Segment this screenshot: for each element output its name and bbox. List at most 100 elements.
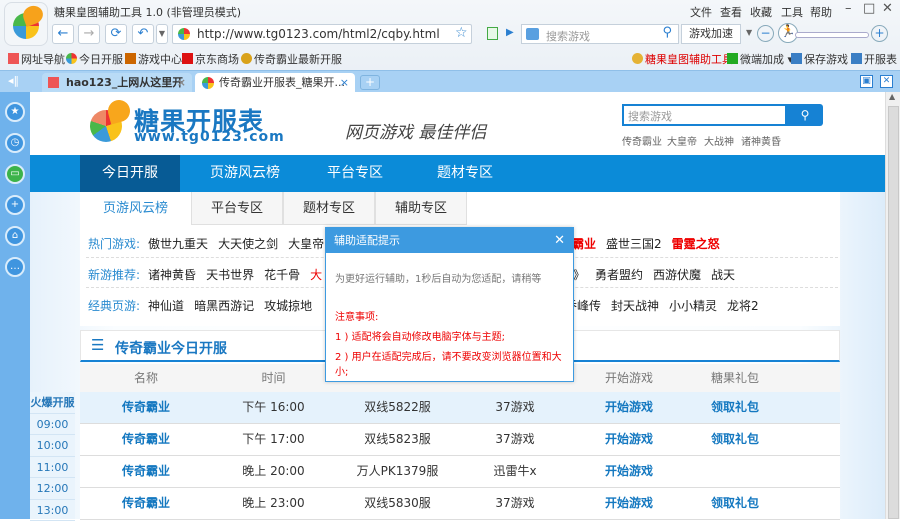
scrollbar-thumb[interactable] bbox=[888, 106, 899, 519]
close-window-button[interactable]: ✕ bbox=[882, 1, 893, 16]
game-name-link[interactable]: 传奇霸业 bbox=[80, 488, 212, 519]
gift-link[interactable] bbox=[688, 456, 782, 487]
tab-back-icon[interactable]: ◂‖ bbox=[8, 74, 19, 87]
helper-tool-link[interactable]: 糖果皇图辅助工具 bbox=[632, 51, 733, 67]
timeline-item[interactable]: 12:00 bbox=[30, 478, 75, 500]
undo-button[interactable]: ↶ bbox=[132, 24, 154, 44]
star-icon[interactable]: ★ bbox=[5, 102, 25, 122]
hot-search-link[interactable]: 诸神黄昏 bbox=[741, 133, 781, 148]
game-link[interactable]: 霸业 bbox=[572, 237, 596, 251]
toolbox-icon[interactable]: + bbox=[5, 195, 25, 215]
refresh-button[interactable]: ⟳ bbox=[105, 24, 127, 44]
go-icon[interactable]: ▶ bbox=[506, 27, 514, 38]
start-game-link[interactable]: 开始游戏 bbox=[570, 392, 688, 423]
menu-help[interactable]: 帮助 bbox=[810, 4, 832, 20]
timeline-item[interactable]: 11:00 bbox=[30, 457, 75, 479]
game-link[interactable]: 西游伏魔 bbox=[653, 268, 701, 282]
gift-link[interactable]: 领取礼包 bbox=[688, 424, 782, 455]
fullscreen-icon[interactable]: ▣ bbox=[860, 75, 873, 88]
game-link[interactable]: 勇者盟约 bbox=[595, 268, 643, 282]
tab-close-icon[interactable]: × bbox=[340, 73, 349, 93]
game-accel-button[interactable]: 游戏加速 bbox=[681, 24, 741, 44]
gamepad-icon[interactable]: ▭ bbox=[5, 164, 25, 184]
forward-button[interactable]: → bbox=[78, 24, 100, 44]
timeline-item[interactable]: 10:00 bbox=[30, 435, 75, 457]
timeline-hot[interactable]: 火爆开服 bbox=[30, 392, 75, 414]
game-name-link[interactable]: 传奇霸业 bbox=[80, 456, 212, 487]
tab-cqby[interactable]: 传奇霸业开服表_糖果开...× bbox=[195, 73, 355, 93]
timeline-item[interactable]: 09:00 bbox=[30, 414, 75, 436]
nav-ranking[interactable]: 页游风云榜 bbox=[190, 155, 300, 192]
game-link[interactable]: 雷霆之怒 bbox=[672, 237, 720, 251]
game-name-link[interactable]: 传奇霸业 bbox=[80, 392, 212, 423]
scrollbar[interactable]: ▲ bbox=[885, 92, 900, 519]
game-link[interactable]: 战天 bbox=[711, 268, 735, 282]
game-link[interactable]: 大皇帝 bbox=[288, 237, 324, 251]
game-link[interactable]: 神仙道 bbox=[148, 299, 184, 313]
new-tab-button[interactable]: + bbox=[360, 75, 380, 90]
maximize-button[interactable]: □ bbox=[863, 1, 875, 16]
clock-icon[interactable]: ◷ bbox=[5, 133, 25, 153]
bookmark-jd[interactable]: 京东商场 bbox=[182, 51, 239, 67]
game-link[interactable]: 花千骨 bbox=[264, 268, 300, 282]
game-link[interactable]: 暗黑西游记 bbox=[194, 299, 254, 313]
browser-search-input[interactable]: 搜索游戏⚲ bbox=[521, 24, 679, 44]
server-table-button[interactable]: 开服表 bbox=[851, 51, 897, 67]
search-icon[interactable]: ⚲ bbox=[662, 25, 672, 40]
tab-hao123[interactable]: hao123_上网从这里开始× bbox=[42, 73, 192, 93]
nav-platform[interactable]: 平台专区 bbox=[300, 155, 410, 192]
bookmark-cqby[interactable]: 传奇霸业最新开服 bbox=[241, 51, 342, 67]
game-link[interactable]: 傲世九重天 bbox=[148, 237, 208, 251]
site-search-button[interactable]: ⚲ bbox=[787, 104, 823, 126]
minimize-button[interactable]: – bbox=[845, 1, 852, 16]
game-link[interactable]: 大 bbox=[310, 268, 322, 282]
game-link[interactable]: 盛世三国2 bbox=[606, 237, 662, 251]
zoom-out-button[interactable]: − bbox=[757, 25, 774, 42]
menu-view[interactable]: 查看 bbox=[720, 4, 742, 20]
menu-file[interactable]: 文件 bbox=[690, 4, 712, 20]
gift-link[interactable]: 领取礼包 bbox=[688, 488, 782, 519]
game-link[interactable]: 大天使之剑 bbox=[218, 237, 278, 251]
subtab-theme[interactable]: 题材专区 bbox=[283, 192, 375, 225]
accel-dropdown-icon[interactable]: ▼ bbox=[746, 28, 752, 37]
scroll-up-icon[interactable]: ▲ bbox=[889, 92, 895, 101]
back-button[interactable]: ← bbox=[52, 24, 74, 44]
start-game-link[interactable]: 开始游戏 bbox=[570, 488, 688, 519]
game-link[interactable]: 天书世界 bbox=[206, 268, 254, 282]
chat-icon[interactable]: … bbox=[5, 257, 25, 277]
gift-link[interactable]: 领取礼包 bbox=[688, 392, 782, 423]
weiduan-button[interactable]: 微端加成 ▾ bbox=[727, 51, 793, 67]
dialog-close-icon[interactable]: ✕ bbox=[554, 228, 565, 253]
star-icon[interactable]: ☆ bbox=[455, 25, 468, 41]
hot-search-link[interactable]: 大战神 bbox=[704, 133, 734, 148]
tab-close-icon[interactable]: × bbox=[177, 73, 186, 93]
start-game-link[interactable]: 开始游戏 bbox=[570, 456, 688, 487]
address-bar[interactable]: http://www.tg0123.com/html2/cqby.html bbox=[172, 24, 472, 44]
subtab-platform[interactable]: 平台专区 bbox=[191, 192, 283, 225]
speed-slider[interactable] bbox=[795, 32, 869, 38]
menu-favorites[interactable]: 收藏 bbox=[750, 4, 772, 20]
hot-search-link[interactable]: 大皇帝 bbox=[667, 133, 697, 148]
page-icon[interactable] bbox=[487, 27, 498, 40]
game-link[interactable]: 封天战神 bbox=[611, 299, 659, 313]
close-panel-icon[interactable]: ✕ bbox=[880, 75, 893, 88]
start-game-link[interactable]: 开始游戏 bbox=[570, 424, 688, 455]
bookmark-game-center[interactable]: 游戏中心 bbox=[125, 51, 182, 67]
game-link[interactable]: 诸神黄昏 bbox=[148, 268, 196, 282]
menu-tools[interactable]: 工具 bbox=[781, 4, 803, 20]
bookmark-hao123[interactable]: 网址导航 bbox=[8, 51, 65, 67]
broom-icon[interactable]: ⌂ bbox=[5, 226, 25, 246]
hot-search-link[interactable]: 传奇霸业 bbox=[622, 133, 662, 148]
save-game-button[interactable]: 保存游戏 bbox=[791, 51, 848, 67]
game-link[interactable]: 龙将2 bbox=[727, 299, 759, 313]
game-link[interactable]: 小小精灵 bbox=[669, 299, 717, 313]
subtab-ranking[interactable]: 页游风云榜 bbox=[80, 192, 191, 225]
bookmark-today[interactable]: 今日开服 bbox=[66, 51, 123, 67]
subtab-helper[interactable]: 辅助专区 bbox=[375, 192, 467, 225]
nav-today[interactable]: 今日开服 bbox=[80, 155, 180, 192]
timeline-item[interactable]: 13:00 bbox=[30, 500, 75, 521]
zoom-in-button[interactable]: + bbox=[871, 25, 888, 42]
game-name-link[interactable]: 传奇霸业 bbox=[80, 424, 212, 455]
game-link[interactable]: 攻城掠地 bbox=[264, 299, 312, 313]
site-search-input[interactable]: 搜索游戏 bbox=[622, 104, 787, 126]
